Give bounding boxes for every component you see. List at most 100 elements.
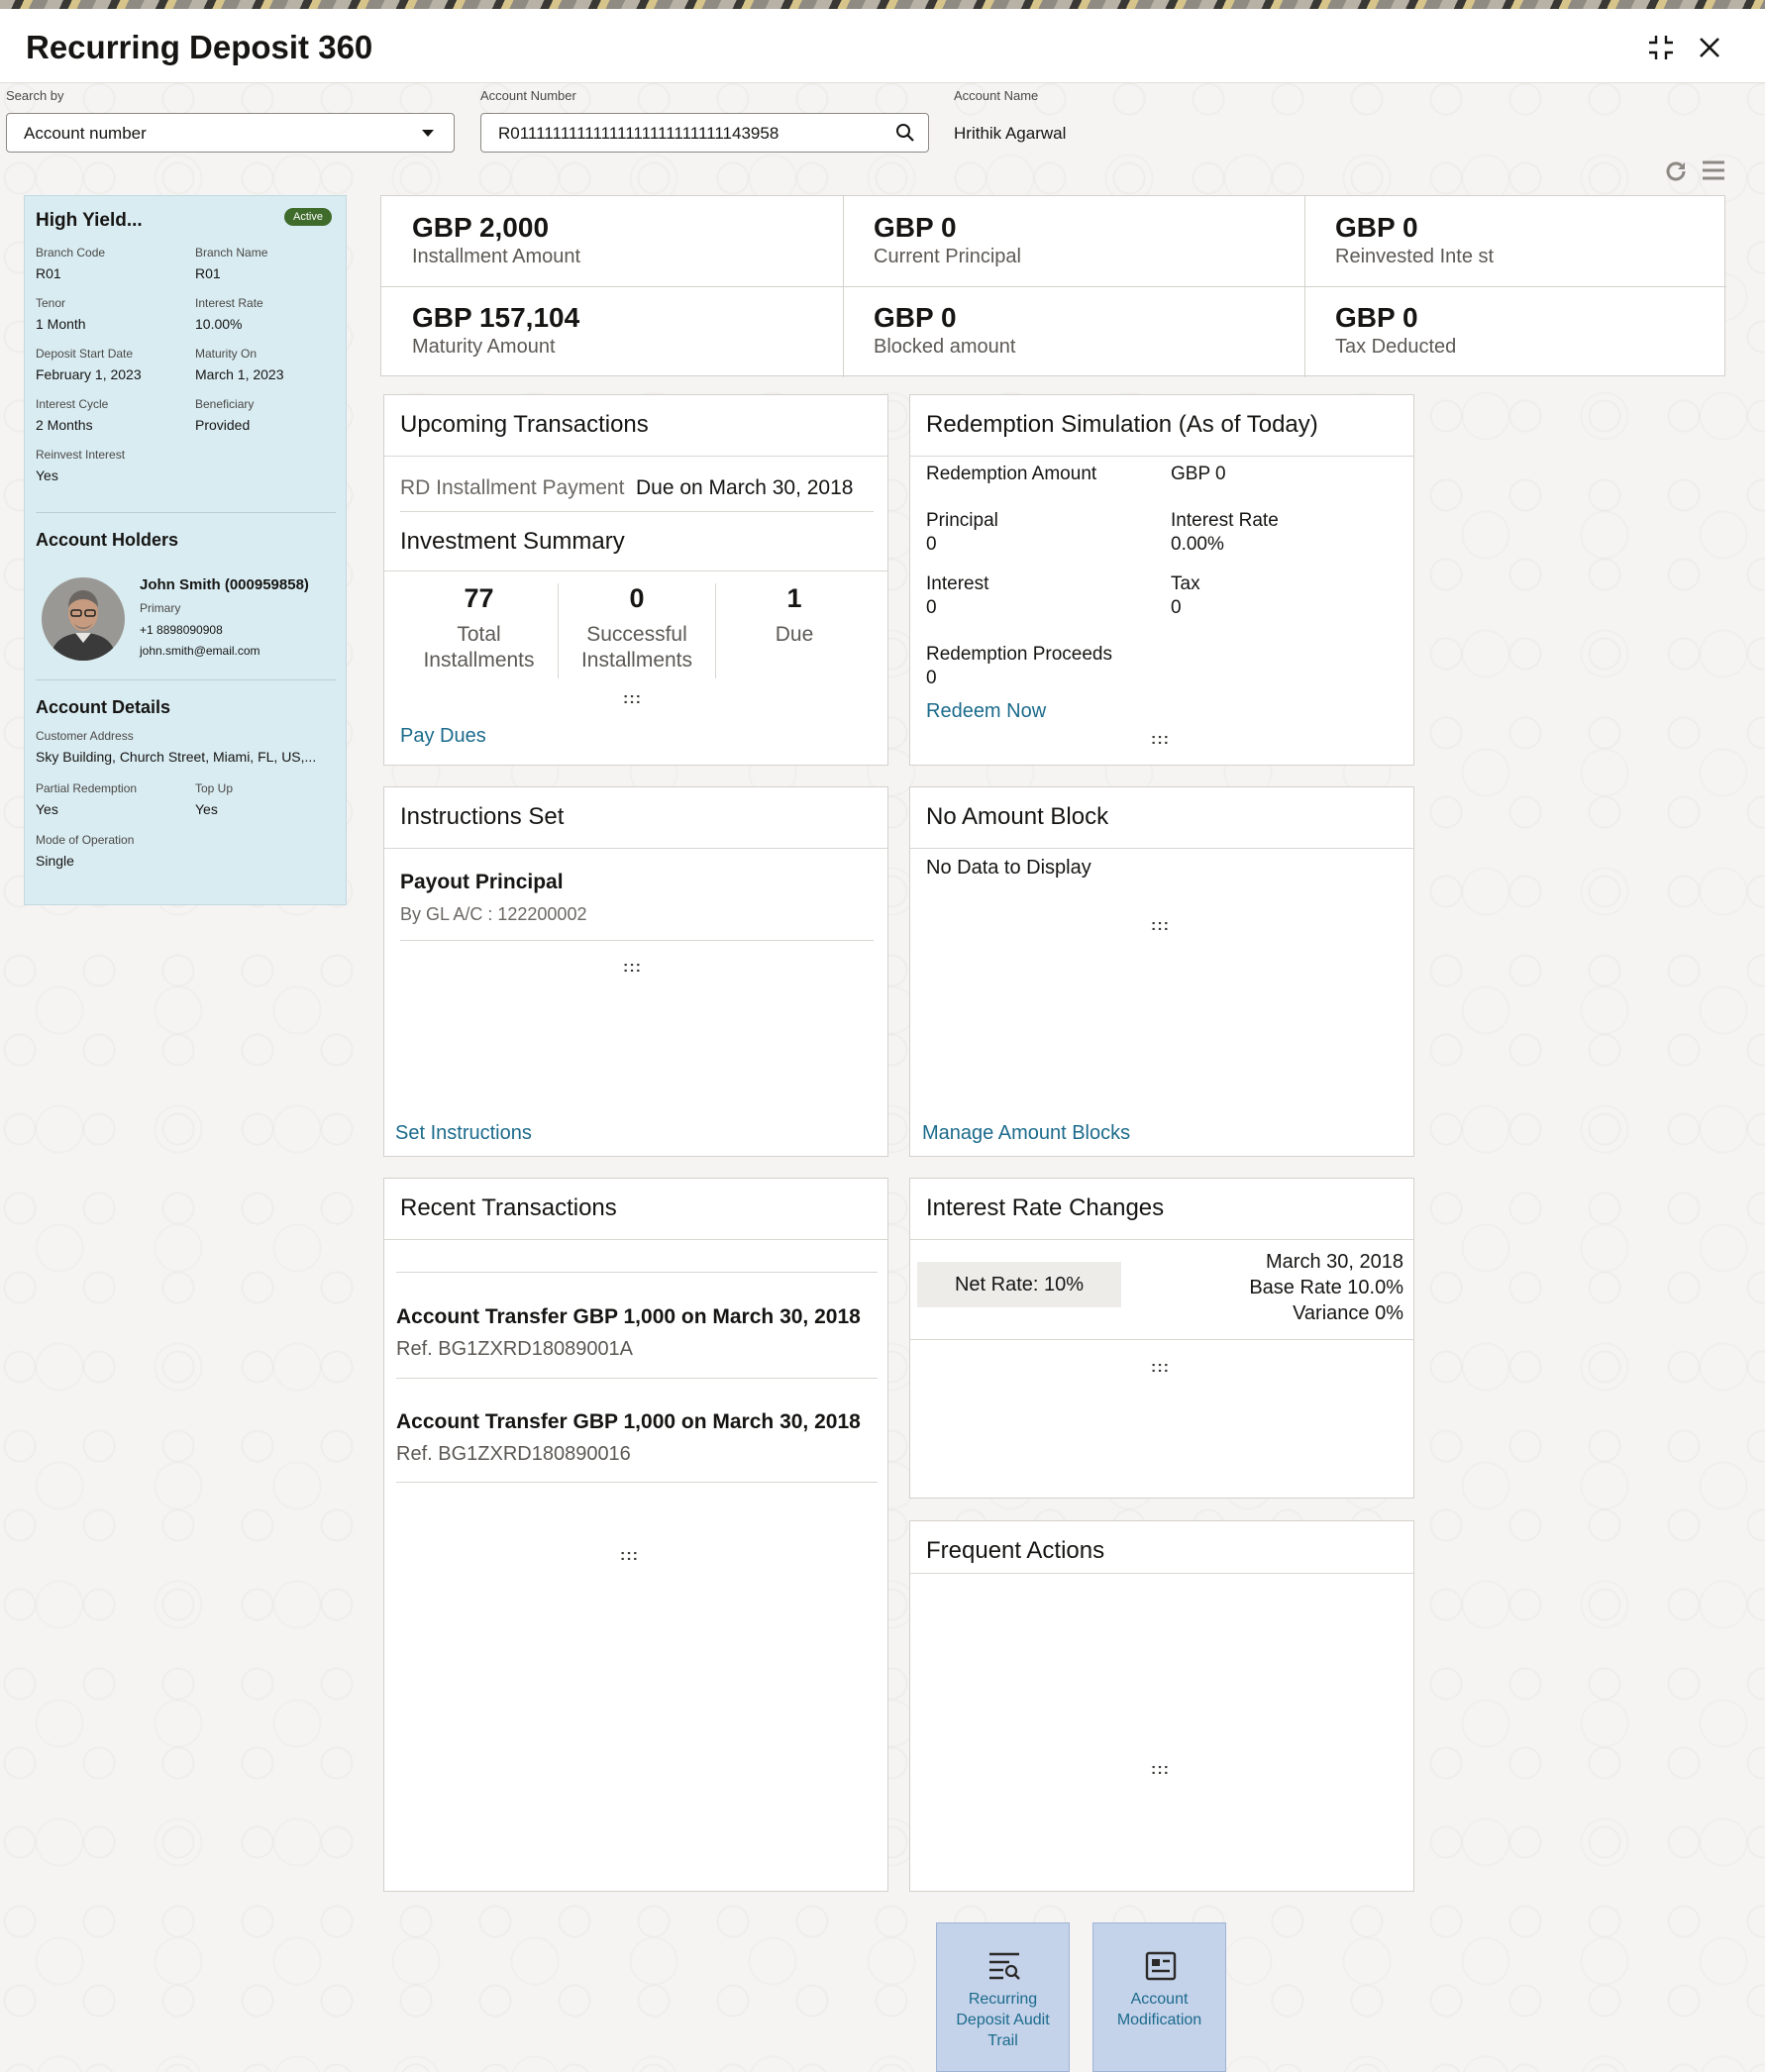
instruction-subtitle: By GL A/C : 122200002 [400,904,587,924]
account-modification-tile[interactable]: Account Modification [1092,1922,1226,2072]
principal-value: 0 [926,534,937,555]
investment-summary-title: Investment Summary [400,528,625,555]
field-value: March 1, 2023 [195,366,284,382]
close-icon[interactable] [1693,31,1726,64]
account-modification-icon [1145,1951,1177,1981]
search-by-select[interactable]: Account number [6,113,455,153]
transaction-title[interactable]: Account Transfer GBP 1,000 on March 30, … [396,1305,861,1329]
principal-label: Principal [926,510,998,531]
tax-deducted-value: GBP 0 [1335,302,1418,333]
account-holders-heading: Account Holders [36,530,179,550]
divider [910,1573,1413,1574]
due-stat: 1 Due [716,583,873,648]
current-principal-value: GBP 0 [874,212,957,243]
transaction-title[interactable]: Account Transfer GBP 1,000 on March 30, … [396,1410,861,1434]
upcoming-transactions-title: Upcoming Transactions [400,411,649,438]
pay-dues-link[interactable]: Pay Dues [400,725,486,748]
field-value: Sky Building, Church Street, Miami, FL, … [36,749,317,765]
holder-email: john.smith@email.com [140,644,260,658]
product-name: High Yield... [36,210,143,231]
field-label: Tenor [36,296,66,310]
drag-handle-icon[interactable]: ::: [1151,731,1170,749]
transaction-ref: Ref. BG1ZXRD18089001A [396,1338,634,1360]
field-label: Reinvest Interest [36,448,126,462]
audit-trail-tile[interactable]: Recurring Deposit Audit Trail [936,1922,1070,2072]
drag-handle-icon[interactable]: ::: [1151,917,1170,935]
instructions-set-card: Instructions Set Payout Principal By GL … [383,786,888,1157]
set-instructions-link[interactable]: Set Instructions [395,1122,532,1145]
status-badge: Active [284,208,332,226]
manage-amount-blocks-link[interactable]: Manage Amount Blocks [922,1122,1130,1145]
field-value: February 1, 2023 [36,366,142,382]
search-by-label: Search by [6,88,64,103]
field-label: Interest Rate [195,296,263,310]
maturity-amount-value: GBP 157,104 [412,302,580,333]
redeem-now-link[interactable]: Redeem Now [926,700,1046,723]
divider [36,512,336,513]
field-label: Top Up [195,781,234,795]
stat-value: 77 [464,583,494,613]
redemption-amount-label: Redemption Amount [926,464,1097,484]
interest-rate-label: Interest Rate [1171,510,1279,531]
divider [384,456,887,457]
drag-handle-icon[interactable]: ::: [620,1547,639,1565]
holder-phone: +1 8898090908 [140,623,223,637]
refresh-icon[interactable] [1664,159,1688,183]
divider [910,456,1413,457]
field-value: R01 [36,265,61,281]
divider [384,848,887,849]
installment-amount-label: Installment Amount [412,246,581,267]
interest-rate-changes-card: Interest Rate Changes Net Rate: 10% Marc… [909,1178,1414,1499]
chevron-down-icon [422,130,434,137]
tax-label: Tax [1171,573,1200,594]
amount-block-title: No Amount Block [926,803,1109,830]
title-bar: Recurring Deposit 360 [0,9,1765,83]
account-number-input[interactable]: R01111111111111111111111111143958 [480,113,929,153]
field-label: Customer Address [36,729,134,743]
audit-trail-icon [989,1952,1020,1980]
field-value: Yes [195,801,218,817]
variance: Variance 0% [1293,1302,1403,1324]
account-number-value: R01111111111111111111111111143958 [498,124,779,143]
field-label: Deposit Start Date [36,347,134,361]
field-label: Mode of Operation [36,833,135,847]
total-installments-stat: 77 Total Installments [400,583,558,673]
drag-handle-icon[interactable]: ::: [1151,1761,1170,1779]
stat-label: Total Installments [423,623,535,672]
field-value: Single [36,853,74,869]
blocked-amount-label: Blocked amount [874,336,1016,358]
holder-name: John Smith (000959858) [140,576,309,593]
stat-value: 0 [629,583,645,613]
divider [396,1272,878,1273]
field-label: Partial Redemption [36,781,138,795]
drag-handle-icon[interactable]: ::: [1151,1359,1170,1377]
account-summary-panel: High Yield... Active Branch Code R01 Bra… [24,195,347,905]
minimize-icon[interactable] [1644,31,1678,64]
net-rate-chip: Net Rate: 10% [917,1262,1121,1307]
blocked-amount-value: GBP 0 [874,302,957,333]
redemption-simulation-title: Redemption Simulation (As of Today) [926,411,1318,438]
redemption-proceeds-label: Redemption Proceeds [926,644,1112,665]
redemption-amount-value: GBP 0 [1171,464,1226,484]
divider [910,1239,1413,1240]
rate-change-date: March 30, 2018 [1266,1251,1403,1273]
divider [910,848,1413,849]
successful-installments-stat: 0 Successful Installments [559,583,715,673]
tax-value: 0 [1171,597,1182,618]
interest-rate-changes-title: Interest Rate Changes [926,1194,1165,1221]
field-value: Yes [36,467,58,483]
account-name-label: Account Name [954,88,1039,103]
tile-label: Account Modification [1116,1991,1202,2028]
frequent-actions-title: Frequent Actions [926,1537,1105,1564]
search-icon[interactable] [895,123,915,143]
field-label: Maturity On [195,347,258,361]
maturity-amount-label: Maturity Amount [412,336,556,358]
drag-handle-icon[interactable]: ::: [623,959,642,977]
field-value: 10.00% [195,316,243,332]
amount-block-card: No Amount Block No Data to Display ::: M… [909,786,1414,1157]
menu-icon[interactable] [1702,159,1725,181]
drag-handle-icon[interactable]: ::: [623,690,642,708]
divider [384,1239,887,1240]
field-value: R01 [195,265,221,281]
account-details-heading: Account Details [36,697,171,717]
